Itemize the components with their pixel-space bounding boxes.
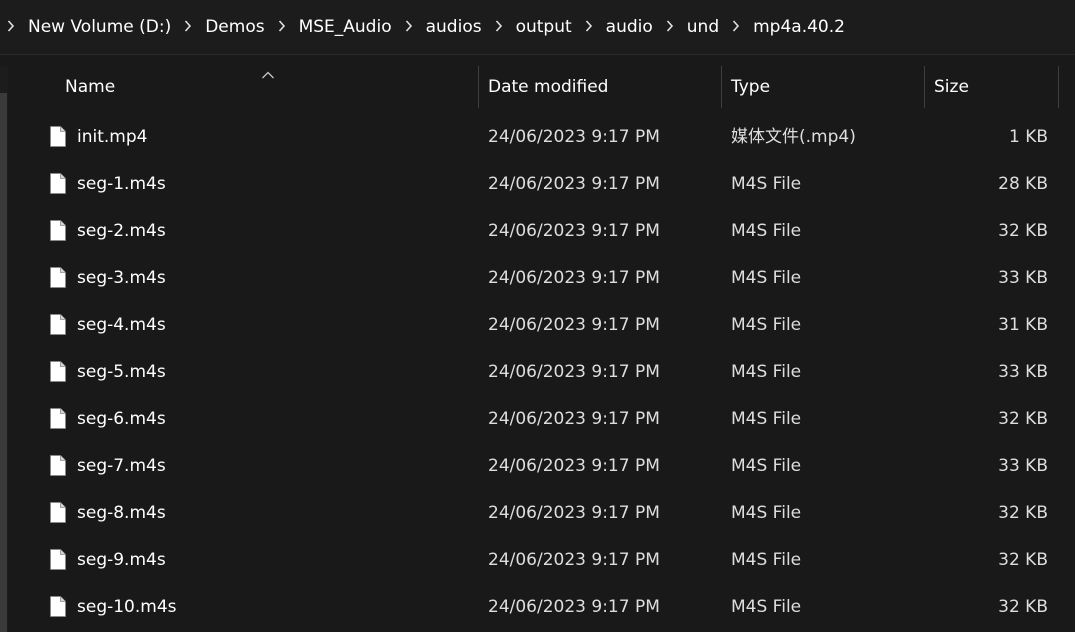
- file-name[interactable]: seg-2.m4s: [77, 208, 166, 255]
- file-date-modified: 24/06/2023 9:17 PM: [488, 503, 660, 523]
- file-size: 32 KB: [998, 550, 1048, 570]
- file-name[interactable]: seg-3.m4s: [77, 255, 166, 302]
- chevron-right-icon[interactable]: [271, 20, 293, 32]
- breadcrumb-item-mse-audio[interactable]: MSE_Audio: [293, 0, 398, 55]
- file-icon: [50, 126, 66, 147]
- file-row[interactable]: seg-6.m4s 24/06/2023 9:17 PM M4S File 32…: [0, 396, 1075, 443]
- file-name[interactable]: init.mp4: [77, 114, 147, 161]
- chevron-right-icon[interactable]: [0, 20, 22, 32]
- file-size: 32 KB: [998, 409, 1048, 429]
- file-type: M4S File: [731, 503, 802, 523]
- file-date-modified: 24/06/2023 9:17 PM: [488, 221, 660, 241]
- file-row[interactable]: seg-7.m4s 24/06/2023 9:17 PM M4S File 33…: [0, 443, 1075, 490]
- column-divider[interactable]: [478, 66, 479, 108]
- file-date-modified: 24/06/2023 9:17 PM: [488, 456, 660, 476]
- file-type: M4S File: [731, 597, 802, 617]
- chevron-right-icon[interactable]: [725, 20, 747, 32]
- file-icon: [50, 502, 66, 523]
- file-type: M4S File: [731, 221, 802, 241]
- column-header-row: Name Date modified Type Size: [20, 66, 1060, 108]
- file-name[interactable]: seg-5.m4s: [77, 349, 166, 396]
- breadcrumb-item-mp4a[interactable]: mp4a.40.2: [747, 0, 851, 55]
- file-name[interactable]: seg-8.m4s: [77, 490, 166, 537]
- file-size: 32 KB: [998, 597, 1048, 617]
- chevron-right-icon[interactable]: [578, 20, 600, 32]
- file-date-modified: 24/06/2023 9:17 PM: [488, 550, 660, 570]
- file-size: 32 KB: [998, 503, 1048, 523]
- file-type: 媒体文件(.mp4): [731, 127, 856, 147]
- file-date-modified: 24/06/2023 9:17 PM: [488, 268, 660, 288]
- file-row[interactable]: init.mp4 24/06/2023 9:17 PM 媒体文件(.mp4) 1…: [0, 114, 1075, 161]
- file-type: M4S File: [731, 362, 802, 382]
- chevron-right-icon[interactable]: [659, 20, 681, 32]
- file-row[interactable]: seg-3.m4s 24/06/2023 9:17 PM M4S File 33…: [0, 255, 1075, 302]
- file-type: M4S File: [731, 268, 802, 288]
- breadcrumb-item-output[interactable]: output: [510, 0, 578, 55]
- file-type: M4S File: [731, 550, 802, 570]
- file-date-modified: 24/06/2023 9:17 PM: [488, 409, 660, 429]
- file-size: 28 KB: [998, 174, 1048, 194]
- file-icon: [50, 267, 66, 288]
- file-explorer-window: New Volume (D:) Demos MSE_Audio audios o…: [0, 0, 1075, 632]
- file-name[interactable]: seg-4.m4s: [77, 302, 166, 349]
- file-name[interactable]: seg-9.m4s: [77, 537, 166, 584]
- breadcrumb-item-demos[interactable]: Demos: [199, 0, 270, 55]
- file-row[interactable]: seg-9.m4s 24/06/2023 9:17 PM M4S File 32…: [0, 537, 1075, 584]
- breadcrumb-item-und[interactable]: und: [681, 0, 725, 55]
- file-size: 33 KB: [998, 268, 1048, 288]
- file-icon: [50, 173, 66, 194]
- file-date-modified: 24/06/2023 9:17 PM: [488, 174, 660, 194]
- file-list: init.mp4 24/06/2023 9:17 PM 媒体文件(.mp4) 1…: [0, 114, 1075, 631]
- file-type: M4S File: [731, 409, 802, 429]
- chevron-right-icon[interactable]: [488, 20, 510, 32]
- file-row[interactable]: seg-2.m4s 24/06/2023 9:17 PM M4S File 32…: [0, 208, 1075, 255]
- file-icon: [50, 455, 66, 476]
- column-header-type[interactable]: Type: [731, 66, 770, 108]
- file-icon: [50, 314, 66, 335]
- column-header-name[interactable]: Name: [65, 66, 115, 108]
- breadcrumb-item-audio[interactable]: audio: [600, 0, 659, 55]
- file-row[interactable]: seg-5.m4s 24/06/2023 9:17 PM M4S File 33…: [0, 349, 1075, 396]
- file-type: M4S File: [731, 174, 802, 194]
- file-type: M4S File: [731, 315, 802, 335]
- file-name[interactable]: seg-6.m4s: [77, 396, 166, 443]
- column-divider[interactable]: [924, 66, 925, 108]
- file-date-modified: 24/06/2023 9:17 PM: [488, 597, 660, 617]
- breadcrumb-item-new-volume[interactable]: New Volume (D:): [22, 0, 177, 55]
- breadcrumb[interactable]: New Volume (D:) Demos MSE_Audio audios o…: [0, 0, 1075, 55]
- file-row[interactable]: seg-1.m4s 24/06/2023 9:17 PM M4S File 28…: [0, 161, 1075, 208]
- file-size: 32 KB: [998, 221, 1048, 241]
- chevron-right-icon[interactable]: [177, 20, 199, 32]
- column-header-date-modified[interactable]: Date modified: [488, 66, 608, 108]
- file-name[interactable]: seg-7.m4s: [77, 443, 166, 490]
- file-icon: [50, 596, 66, 617]
- file-icon: [50, 361, 66, 382]
- column-divider[interactable]: [1058, 66, 1059, 108]
- file-name[interactable]: seg-1.m4s: [77, 161, 166, 208]
- file-size: 33 KB: [998, 456, 1048, 476]
- breadcrumb-item-audios[interactable]: audios: [420, 0, 488, 55]
- chevron-right-icon[interactable]: [398, 20, 420, 32]
- file-size: 1 KB: [1008, 127, 1048, 147]
- file-row[interactable]: seg-10.m4s 24/06/2023 9:17 PM M4S File 3…: [0, 584, 1075, 631]
- file-date-modified: 24/06/2023 9:17 PM: [488, 362, 660, 382]
- file-row[interactable]: seg-8.m4s 24/06/2023 9:17 PM M4S File 32…: [0, 490, 1075, 537]
- file-date-modified: 24/06/2023 9:17 PM: [488, 315, 660, 335]
- file-row[interactable]: seg-4.m4s 24/06/2023 9:17 PM M4S File 31…: [0, 302, 1075, 349]
- file-date-modified: 24/06/2023 9:17 PM: [488, 127, 660, 147]
- sort-ascending-icon: [261, 64, 275, 84]
- file-type: M4S File: [731, 456, 802, 476]
- file-size: 31 KB: [998, 315, 1048, 335]
- column-header-size[interactable]: Size: [934, 66, 969, 108]
- file-size: 33 KB: [998, 362, 1048, 382]
- file-icon: [50, 549, 66, 570]
- column-divider[interactable]: [721, 66, 722, 108]
- file-name[interactable]: seg-10.m4s: [77, 584, 177, 631]
- file-icon: [50, 408, 66, 429]
- file-icon: [50, 220, 66, 241]
